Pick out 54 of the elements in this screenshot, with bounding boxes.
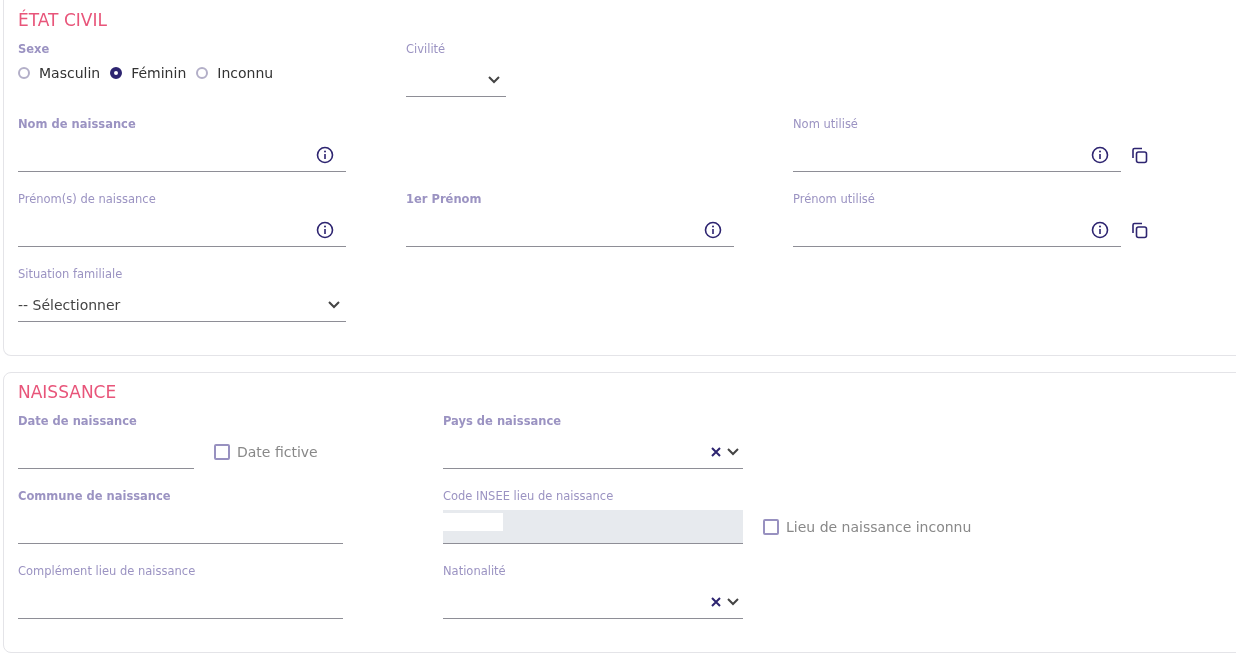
select-value: -- Sélectionner (18, 296, 122, 313)
radio-text: Masculin (39, 65, 101, 81)
chevron-down-icon (727, 447, 739, 456)
close-icon (711, 596, 721, 607)
copy-icon (1131, 221, 1148, 239)
close-icon (711, 446, 721, 457)
info-icon (1091, 220, 1109, 239)
radio-button[interactable] (18, 67, 30, 79)
copy-button[interactable] (1131, 146, 1148, 164)
field-label: Date de naissance (18, 413, 137, 429)
field-label: Nationalité (443, 563, 506, 579)
field-label: Nom de naissance (18, 116, 136, 132)
section-title: NAISSANCE (18, 381, 118, 403)
field-label: Civilité (406, 41, 446, 57)
checkbox[interactable] (214, 444, 230, 460)
checkbox-label[interactable]: Date fictive (214, 444, 318, 460)
field-label: Code INSEE lieu de naissance (443, 488, 614, 504)
radio-option[interactable]: Féminin (110, 65, 187, 81)
chevron-down-icon (727, 597, 739, 606)
info-icon (704, 220, 722, 239)
info-button[interactable] (1091, 220, 1109, 239)
info-icon (316, 220, 334, 239)
section-title: ÉTAT CIVIL (18, 9, 108, 31)
radio-text: Inconnu (217, 65, 274, 81)
field-label: Complément lieu de naissance (18, 563, 196, 579)
chevron-down-icon (488, 75, 500, 84)
field-label: Sexe (18, 41, 50, 57)
clear-button[interactable] (711, 596, 721, 607)
info-button[interactable] (316, 145, 334, 164)
copy-button[interactable] (1131, 221, 1148, 239)
field-label: Prénom(s) de naissance (18, 191, 156, 207)
field-label: Pays de naissance (443, 413, 562, 429)
radio-text: Féminin (131, 65, 187, 81)
radio-button[interactable] (196, 67, 209, 79)
info-button[interactable] (316, 220, 334, 239)
checkbox-text: Date fictive (237, 444, 318, 460)
field-label: Situation familiale (18, 266, 123, 282)
select-field[interactable]: -- Sélectionner (18, 288, 346, 322)
chevron-down-icon (328, 300, 340, 309)
radio-button[interactable] (110, 67, 123, 79)
blank-value-block (443, 513, 503, 531)
info-button[interactable] (704, 220, 722, 239)
info-icon (316, 145, 334, 164)
radio-option[interactable]: Inconnu (196, 65, 274, 81)
info-button[interactable] (1091, 145, 1109, 164)
field-label: Prénom utilisé (793, 191, 875, 207)
copy-icon (1131, 146, 1148, 164)
field-label: Commune de naissance (18, 488, 171, 504)
clear-button[interactable] (711, 446, 721, 457)
field-label: Nom utilisé (793, 116, 858, 132)
checkbox[interactable] (763, 519, 779, 535)
field-label: 1er Prénom (406, 191, 482, 207)
info-icon (1091, 145, 1109, 164)
radio-option[interactable]: Masculin (18, 65, 101, 81)
